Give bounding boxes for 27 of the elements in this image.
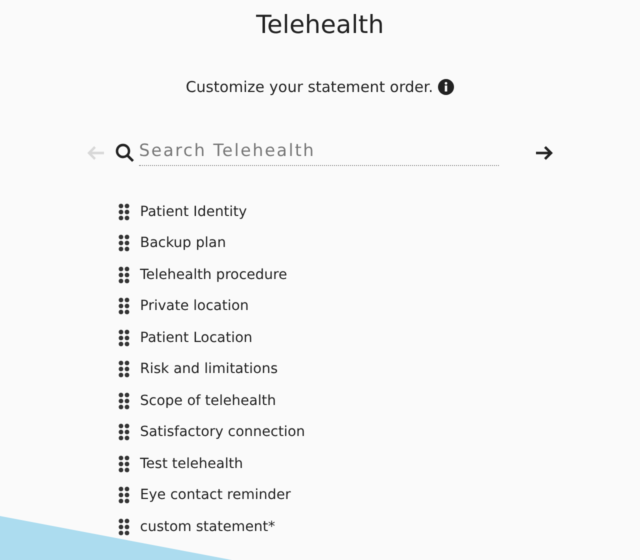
statement-item[interactable]: Backup plan <box>140 235 226 252</box>
search-icon <box>115 142 135 162</box>
statement-item[interactable]: custom statement* <box>140 518 276 535</box>
statement-item[interactable]: Patient Identity <box>140 204 247 220</box>
statement-item[interactable]: Eye contact reminder <box>140 487 291 504</box>
drag-handle-icon[interactable] <box>118 297 130 316</box>
statement-item[interactable]: Private location <box>140 298 249 314</box>
drag-handle-icon[interactable] <box>118 392 130 410</box>
drag-handle-icon[interactable] <box>118 518 130 536</box>
drag-handle-icon[interactable] <box>118 454 130 473</box>
statement-item[interactable]: Scope of telehealth <box>140 392 276 409</box>
drag-handle-icon[interactable] <box>118 266 130 284</box>
statement-item[interactable]: Patient Location <box>140 330 252 346</box>
statement-item[interactable]: Satisfactory connection <box>140 424 306 440</box>
drag-handle-icon[interactable] <box>118 328 130 347</box>
info-icon[interactable] <box>438 79 454 95</box>
drag-handle-icon[interactable] <box>118 486 130 504</box>
drag-handle-icon[interactable] <box>118 234 130 252</box>
drag-handle-icon[interactable] <box>118 360 130 378</box>
search-field[interactable]: Search Telehealth <box>115 139 499 166</box>
instruction-text: Customize your statement order. <box>186 77 434 97</box>
statement-item[interactable]: Telehealth procedure <box>140 266 288 283</box>
statement-item[interactable]: Test telehealth <box>140 456 243 472</box>
page-title: Telehealth <box>256 10 384 40</box>
drag-handle-icon[interactable] <box>118 423 130 442</box>
statement-item[interactable]: Risk and limitations <box>140 361 278 378</box>
drag-handle-icon[interactable] <box>118 202 130 221</box>
